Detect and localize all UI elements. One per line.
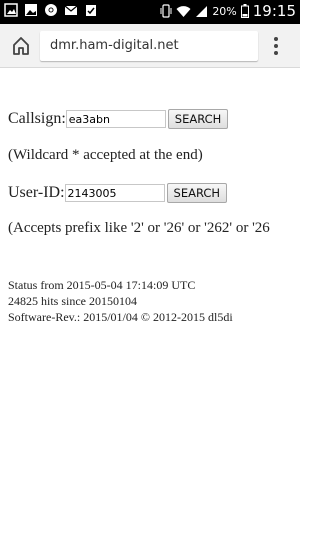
system-status-bar: 20% 19:15 bbox=[0, 0, 300, 24]
status-block: Status from 2015-05-04 17:14:09 UTC 2482… bbox=[8, 277, 233, 325]
overflow-menu-icon[interactable] bbox=[268, 35, 284, 57]
mail-icon bbox=[64, 5, 78, 15]
userid-input[interactable]: 2143005 bbox=[64, 184, 165, 202]
userid-search-button[interactable]: SEARCH bbox=[166, 183, 228, 203]
vibrate-icon bbox=[160, 4, 172, 18]
status-software-rev: Software-Rev.: 2015/01/04 © 2012-2015 dl… bbox=[8, 310, 233, 324]
clock: 19:15 bbox=[252, 2, 296, 20]
system-indicators: 20% 19:15 bbox=[160, 2, 296, 20]
prefix-hint: (Accepts prefix like '2' or '26' or '262… bbox=[8, 220, 270, 236]
clipboard-check-icon bbox=[86, 5, 96, 16]
userid-row: User-ID: 2143005 SEARCH bbox=[8, 183, 228, 203]
status-hits: 24825 hits since 20150104 bbox=[8, 294, 137, 308]
battery-percent: 20% bbox=[212, 4, 237, 18]
notification-icons bbox=[4, 3, 98, 17]
wildcard-hint: (Wildcard * accepted at the end) bbox=[8, 147, 203, 163]
callsign-row: Callsign: ea3abn SEARCH bbox=[8, 109, 229, 129]
photo-icon bbox=[25, 4, 37, 16]
status-timestamp: Status from 2015-05-04 17:14:09 UTC bbox=[8, 278, 196, 292]
userid-label: User-ID: bbox=[8, 184, 65, 201]
browser-toolbar: dmr.ham-digital.net bbox=[0, 24, 300, 68]
wifi-icon bbox=[176, 5, 191, 17]
battery-icon bbox=[240, 4, 249, 18]
home-icon[interactable] bbox=[10, 35, 32, 57]
callsign-input[interactable]: ea3abn bbox=[65, 110, 166, 128]
callsign-label: Callsign: bbox=[8, 110, 66, 127]
address-bar[interactable]: dmr.ham-digital.net bbox=[40, 31, 258, 61]
image-icon bbox=[4, 3, 18, 17]
chrome-icon bbox=[45, 4, 57, 16]
signal-icon bbox=[196, 5, 208, 17]
callsign-search-button[interactable]: SEARCH bbox=[167, 109, 229, 129]
